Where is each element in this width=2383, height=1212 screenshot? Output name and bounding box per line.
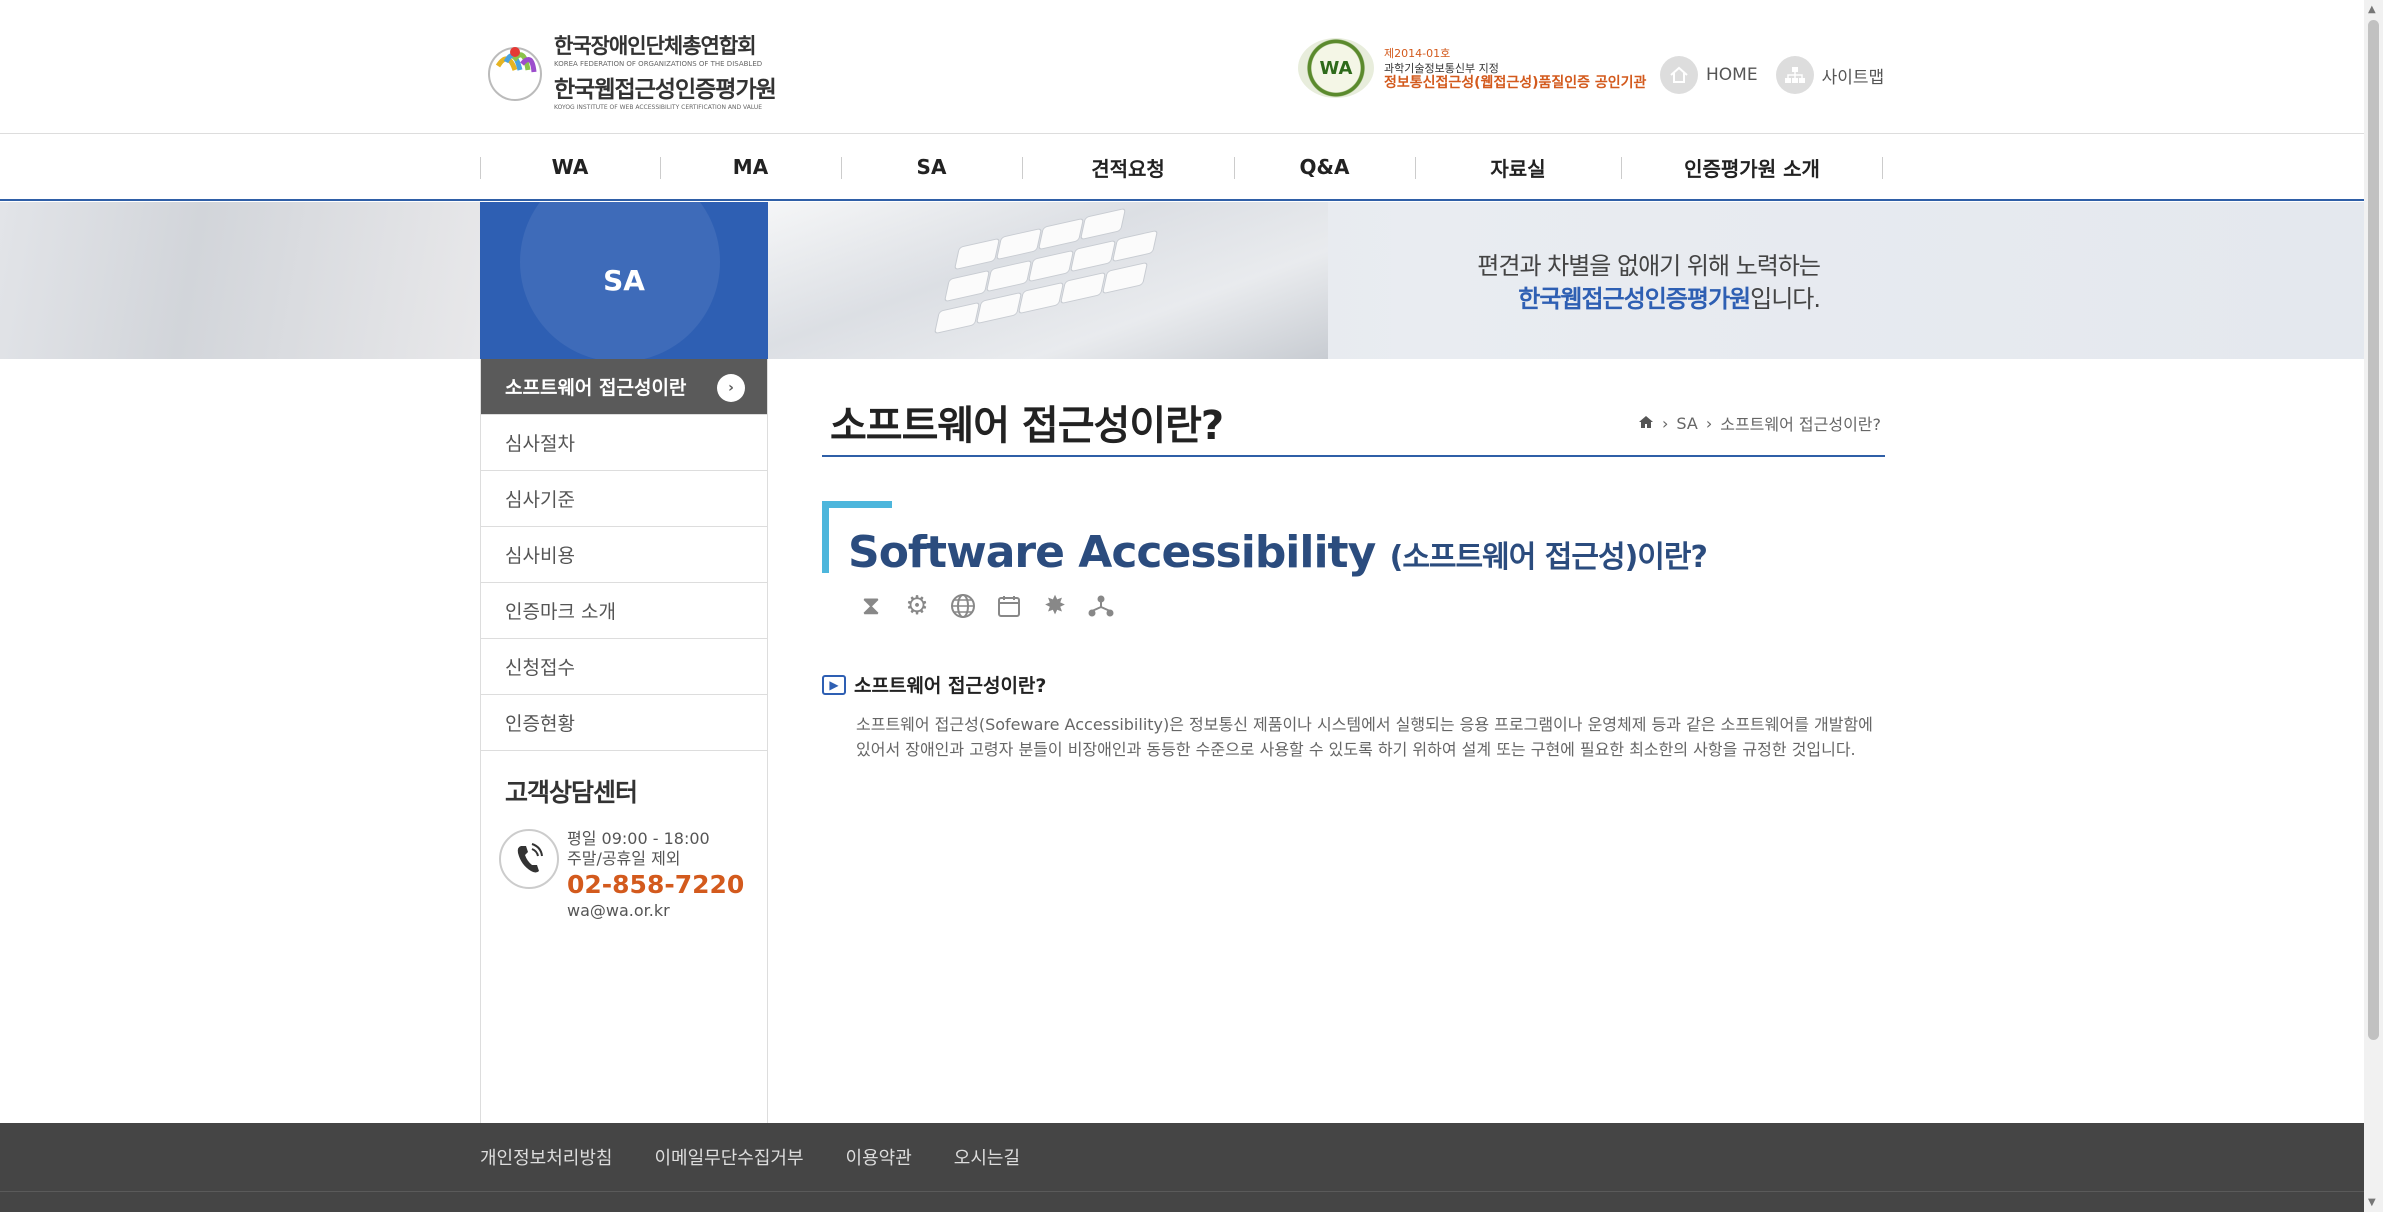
breadcrumb-item-current: 소프트웨어 접근성이란? [1720,415,1881,434]
banner-slogan-highlight: 한국웹접근성인증평가원 [1518,285,1751,313]
wa-mark-icon: WA [1298,38,1374,98]
banner-slogan-end: 입니다. [1750,285,1821,313]
home-link[interactable]: HOME [1660,56,1758,94]
star-icon: ✸ [1044,591,1066,621]
site-logo[interactable]: 한국장애인단체총연합회 KOREA FEDERATION OF ORGANIZA… [484,30,777,111]
footer-link-privacy[interactable]: 개인정보처리방침 [480,1144,612,1170]
phone-icon [499,829,559,889]
sidebar-item-fee[interactable]: 심사비용 [481,527,767,583]
section-heading-text: 소프트웨어 접근성이란? [854,675,1047,697]
scroll-down-icon[interactable]: ▼ [2368,1197,2376,1208]
section-description: 소프트웨어 접근성(Sofeware Accessibility)은 정보통신 … [856,712,1885,762]
nav-item-qna[interactable]: Q&A [1234,135,1415,199]
banner-slogan: 편견과 차별을 없애기 위해 노력하는 한국웹접근성인증평가원입니다. [1472,250,1821,316]
logo-emblem-icon [484,38,546,104]
nav-item-wa[interactable]: WA [480,135,660,199]
sitemap-icon [1775,56,1814,94]
sub-sidebar: 소프트웨어 접근성이란 › 심사절차 심사기준 심사비용 인증마크 소개 신청접… [480,359,768,1123]
customer-center-title: 고객상담센터 [505,778,638,807]
nav-item-sa[interactable]: SA [841,135,1022,199]
sidebar-item-what-is-sa[interactable]: 소프트웨어 접근성이란 › [481,359,767,415]
sitemap-link-label: 사이트맵 [1821,67,1885,88]
chevron-right-icon: › [717,374,745,402]
main-nav: WA MA SA 견적요청 Q&A 자료실 인증평가원 소개 [0,135,2364,201]
sa-heading: Software Accessibility (소프트웨어 접근성)이란? [822,501,1885,578]
footer-link-no-email-collect[interactable]: 이메일무단수집거부 [654,1144,803,1170]
banner-slogan-line1: 편견과 차별을 없애기 위해 노력하는 [1477,252,1821,280]
section-title: SA [603,264,645,297]
globe-icon [948,591,978,621]
sidebar-item-status[interactable]: 인증현황 [481,695,767,751]
banner-left-image [0,202,480,359]
page-header: 소프트웨어 접근성이란? › SA › 소프트웨어 접근성이란? [822,359,1885,457]
chevron-right-box-icon: ▶ [822,674,846,695]
breadcrumb-separator-icon: › [1705,413,1713,433]
cs-hours-weekend: 주말/공휴일 제외 [567,849,681,868]
nav-item-quote[interactable]: 견적요청 [1022,135,1234,199]
footer-link-directions[interactable]: 오시는길 [954,1144,1020,1170]
sa-heading-title: Software Accessibility [848,527,1376,578]
section-title-box: SA [480,202,768,359]
sidebar-item-criteria[interactable]: 심사기준 [481,471,767,527]
nav-item-about[interactable]: 인증평가원 소개 [1621,135,1883,199]
calendar-icon [994,591,1024,621]
sidebar-item-mark[interactable]: 인증마크 소개 [481,583,767,639]
cs-phone-number: 02-858-7220 [567,870,745,899]
page-title: 소프트웨어 접근성이란? [830,403,1224,449]
logo-institute-name-en: KOYOG INSTITUTE OF WEB ACCESSIBILITY CER… [554,104,763,111]
footer-divider [0,1191,2364,1192]
cert-number: 제2014-01호 [1384,46,1451,60]
logo-org-name-en: KOREA FEDERATION OF ORGANIZATIONS OF THE… [554,60,763,68]
breadcrumb-item-sa[interactable]: SA [1676,414,1697,433]
sitemap-link[interactable]: 사이트맵 [1775,56,1885,94]
section-heading: ▶ 소프트웨어 접근성이란? [822,671,1885,698]
logo-org-name: 한국장애인단체총연합회 [554,34,757,58]
cert-description: 정보통신접근성(웹접근성)품질인증 공인기관 [1384,74,1647,91]
scroll-up-icon[interactable]: ▲ [2368,4,2376,15]
section-description-line2: 있어서 장애인과 고령자 분들이 비장애인과 동등한 수준으로 사용할 수 있도… [856,740,1856,759]
home-link-label: HOME [1706,65,1758,85]
feature-icons: ⧗ ⚙ ✸ [856,591,1885,621]
breadcrumb-separator-icon: › [1662,413,1669,433]
cs-email[interactable]: wa@wa.or.kr [567,901,744,921]
hourglass-icon: ⧗ [861,590,881,621]
section-description-line1: 소프트웨어 접근성(Sofeware Accessibility)은 정보통신 … [856,715,1873,734]
keyboard-image [768,202,1328,359]
home-icon[interactable] [1638,414,1654,433]
vertical-scrollbar[interactable]: ▲ ▼ [2364,0,2383,1212]
sidebar-item-apply[interactable]: 신청접수 [481,639,767,695]
sub-banner: SA 편견과 차별을 없애기 위해 노력하는 한국웹접근성인증평가원입니다. [0,202,2364,359]
site-footer: 개인정보처리방침 이메일무단수집거부 이용약관 오시는길 [0,1123,2364,1212]
footer-link-terms[interactable]: 이용약관 [846,1144,912,1170]
logo-institute-name: 한국웹접근성인증평가원 [554,77,777,103]
gear-icon: ⚙ [905,591,929,621]
sidebar-item-label: 소프트웨어 접근성이란 [505,377,687,399]
cs-hours-weekday: 평일 09:00 - 18:00 [567,829,710,848]
home-icon [1660,56,1698,94]
nav-item-ma[interactable]: MA [660,135,841,199]
nav-item-archive[interactable]: 자료실 [1415,135,1621,199]
certification-badge: WA 제2014-01호 과학기술정보통신부 지정 정보통신접근성(웹접근성)품… [1298,38,1646,98]
scrollbar-thumb[interactable] [2368,20,2379,1040]
customer-center: 평일 09:00 - 18:00 주말/공휴일 제외 02-858-7220 w… [499,829,767,921]
sa-heading-subtitle: (소프트웨어 접근성)이란? [1389,540,1708,575]
cert-ministry: 과학기술정보통신부 지정 [1384,61,1499,75]
sidebar-item-procedure[interactable]: 심사절차 [481,415,767,471]
main-content: 소프트웨어 접근성이란? › SA › 소프트웨어 접근성이란? Softwar… [822,359,1885,762]
network-icon [1086,591,1116,621]
site-header: 한국장애인단체총연합회 KOREA FEDERATION OF ORGANIZA… [0,0,2364,134]
breadcrumb: › SA › 소프트웨어 접근성이란? [1634,411,1885,435]
